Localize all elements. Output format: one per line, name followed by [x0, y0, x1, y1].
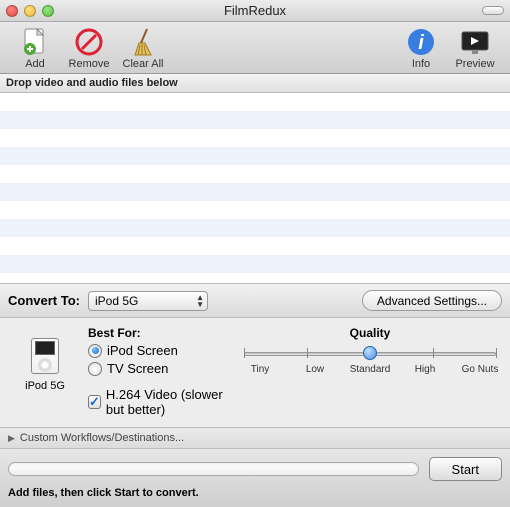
start-button[interactable]: Start — [429, 457, 502, 481]
clear-all-button[interactable]: Clear All — [116, 26, 170, 70]
h264-label: H.264 Video (slower but better) — [106, 387, 224, 417]
toolbar: Add Remove Clear All i Info Preview — [0, 22, 510, 74]
preview-button[interactable]: Preview — [448, 26, 502, 70]
advanced-settings-button[interactable]: Advanced Settings... — [362, 290, 502, 311]
list-row — [0, 111, 510, 129]
workflows-label: Custom Workflows/Destinations... — [20, 432, 184, 444]
slider-thumb[interactable] — [363, 346, 377, 360]
progress-bar — [8, 462, 419, 476]
tick-label: High — [403, 364, 447, 375]
list-row — [0, 165, 510, 183]
ipod-icon — [31, 338, 59, 374]
bottom-bar: Start Add files, then click Start to con… — [0, 449, 510, 507]
h264-checkbox[interactable]: ✓ H.264 Video (slower but better) — [88, 387, 224, 417]
radio-ipod-screen[interactable]: iPod Screen — [88, 343, 224, 358]
list-row — [0, 93, 510, 111]
window-title: FilmRedux — [0, 3, 510, 18]
quality-tick-labels: Tiny Low Standard High Go Nuts — [238, 364, 502, 375]
list-row — [0, 255, 510, 273]
list-row — [0, 183, 510, 201]
convert-to-label: Convert To: — [8, 293, 80, 308]
remove-label: Remove — [69, 58, 110, 70]
device-popup[interactable]: iPod 5G ▲▼ — [88, 291, 208, 311]
list-row — [0, 147, 510, 165]
broom-icon — [129, 26, 157, 58]
remove-icon — [74, 26, 104, 58]
radio-ipod-label: iPod Screen — [107, 343, 178, 358]
preview-label: Preview — [455, 58, 494, 70]
workflows-disclosure[interactable]: ▶ Custom Workflows/Destinations... — [0, 428, 510, 449]
svg-text:i: i — [418, 32, 424, 54]
file-list[interactable] — [0, 93, 510, 283]
best-for-header: Best For: — [88, 326, 224, 340]
info-icon: i — [406, 26, 436, 58]
status-text: Add files, then click Start to convert. — [8, 487, 502, 499]
info-button[interactable]: i Info — [394, 26, 448, 70]
add-file-icon — [22, 26, 48, 58]
clear-label: Clear All — [123, 58, 164, 70]
best-for-group: Best For: iPod Screen TV Screen ✓ H.264 … — [88, 326, 224, 417]
list-row — [0, 201, 510, 219]
remove-button[interactable]: Remove — [62, 26, 116, 70]
tick-label: Go Nuts — [458, 364, 502, 375]
device-name-label: iPod 5G — [25, 380, 65, 392]
radio-tv-label: TV Screen — [107, 361, 168, 376]
list-row — [0, 237, 510, 255]
radio-icon — [88, 362, 102, 376]
list-row — [0, 129, 510, 147]
device-popup-value: iPod 5G — [95, 294, 138, 308]
checkbox-icon: ✓ — [88, 395, 101, 409]
tick-label: Standard — [348, 364, 392, 375]
radio-tv-screen[interactable]: TV Screen — [88, 361, 224, 376]
quality-group: Quality Tiny Low Standard High Go Nuts — [230, 326, 502, 417]
preview-icon — [459, 26, 491, 58]
add-button[interactable]: Add — [8, 26, 62, 70]
disclosure-triangle-icon: ▶ — [8, 433, 15, 444]
popup-arrows-icon: ▲▼ — [196, 294, 204, 308]
tick-label: Low — [293, 364, 337, 375]
list-row — [0, 273, 510, 283]
settings-panel: iPod 5G Best For: iPod Screen TV Screen … — [0, 318, 510, 428]
info-label: Info — [412, 58, 430, 70]
tick-label: Tiny — [238, 364, 282, 375]
window-titlebar: FilmRedux — [0, 0, 510, 22]
convert-bar: Convert To: iPod 5G ▲▼ Advanced Settings… — [0, 283, 510, 318]
quality-slider[interactable] — [244, 344, 496, 362]
radio-icon — [88, 344, 102, 358]
add-label: Add — [25, 58, 45, 70]
drop-hint-bar: Drop video and audio files below — [0, 74, 510, 93]
device-preview: iPod 5G — [8, 326, 82, 417]
quality-header: Quality — [238, 326, 502, 340]
list-row — [0, 219, 510, 237]
